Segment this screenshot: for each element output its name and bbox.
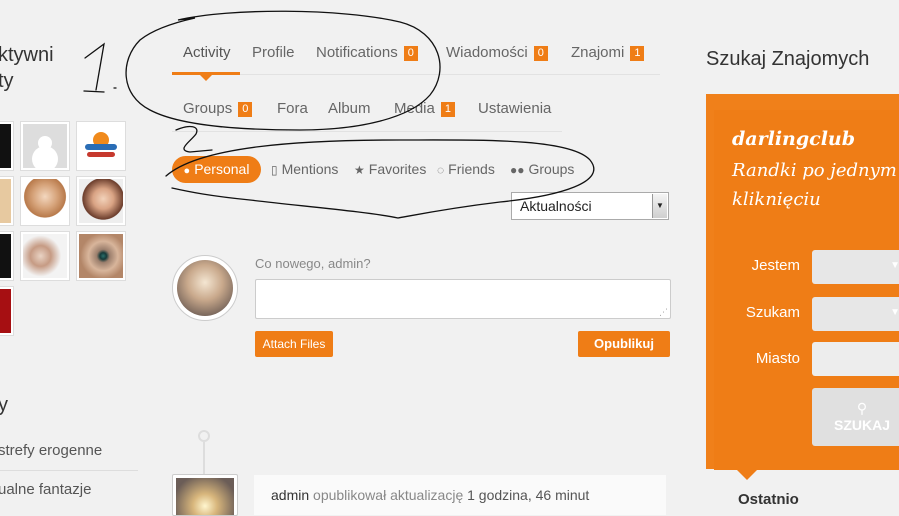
annotation-scribble: [83, 10, 595, 219]
